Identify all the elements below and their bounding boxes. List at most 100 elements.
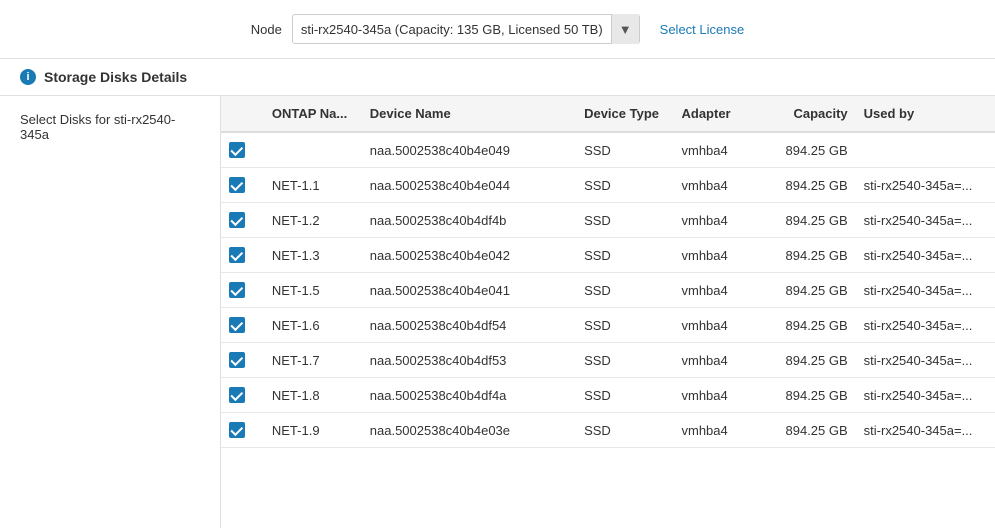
cell-device: naa.5002538c40b4df4a: [362, 378, 576, 413]
cell-adapter: vmhba4: [674, 308, 760, 343]
cell-usedby: sti-rx2540-345a=...: [856, 168, 995, 203]
cell-type: SSD: [576, 413, 673, 448]
cell-checkbox[interactable]: [221, 413, 264, 448]
col-header-usedby: Used by: [856, 96, 995, 132]
section-header: i Storage Disks Details: [0, 59, 995, 96]
table-row: NET-1.9naa.5002538c40b4e03eSSDvmhba4894.…: [221, 413, 995, 448]
table-scroll[interactable]: ONTAP Na... Device Name Device Type Adap…: [221, 96, 995, 528]
cell-type: SSD: [576, 308, 673, 343]
cell-adapter: vmhba4: [674, 378, 760, 413]
cell-device: naa.5002538c40b4e049: [362, 132, 576, 168]
col-header-check: [221, 96, 264, 132]
table-row: NET-1.1naa.5002538c40b4e044SSDvmhba4894.…: [221, 168, 995, 203]
col-header-adapter: Adapter: [674, 96, 760, 132]
cell-checkbox[interactable]: [221, 343, 264, 378]
node-select-text: sti-rx2540-345a (Capacity: 135 GB, Licen…: [293, 22, 611, 37]
cell-capacity: 894.25 GB: [759, 168, 855, 203]
cell-checkbox[interactable]: [221, 132, 264, 168]
cell-ontap: NET-1.9: [264, 413, 362, 448]
checkbox[interactable]: [229, 352, 245, 368]
col-header-ontap: ONTAP Na...: [264, 96, 362, 132]
disks-table: ONTAP Na... Device Name Device Type Adap…: [221, 96, 995, 448]
node-dropdown-chevron[interactable]: ▼: [611, 14, 639, 44]
checkbox[interactable]: [229, 387, 245, 403]
col-header-type: Device Type: [576, 96, 673, 132]
cell-checkbox[interactable]: [221, 238, 264, 273]
cell-device: naa.5002538c40b4e041: [362, 273, 576, 308]
cell-usedby: sti-rx2540-345a=...: [856, 378, 995, 413]
table-row: NET-1.8naa.5002538c40b4df4aSSDvmhba4894.…: [221, 378, 995, 413]
table-row: NET-1.3naa.5002538c40b4e042SSDvmhba4894.…: [221, 238, 995, 273]
cell-capacity: 894.25 GB: [759, 273, 855, 308]
cell-type: SSD: [576, 238, 673, 273]
cell-checkbox[interactable]: [221, 378, 264, 413]
col-header-device: Device Name: [362, 96, 576, 132]
checkbox[interactable]: [229, 317, 245, 333]
cell-device: naa.5002538c40b4df4b: [362, 203, 576, 238]
cell-adapter: vmhba4: [674, 203, 760, 238]
cell-device: naa.5002538c40b4e044: [362, 168, 576, 203]
cell-checkbox[interactable]: [221, 308, 264, 343]
table-header-row: ONTAP Na... Device Name Device Type Adap…: [221, 96, 995, 132]
cell-usedby: sti-rx2540-345a=...: [856, 238, 995, 273]
node-label: Node: [251, 22, 282, 37]
checkbox[interactable]: [229, 247, 245, 263]
cell-capacity: 894.25 GB: [759, 378, 855, 413]
cell-adapter: vmhba4: [674, 413, 760, 448]
cell-ontap: [264, 132, 362, 168]
checkbox[interactable]: [229, 177, 245, 193]
cell-type: SSD: [576, 168, 673, 203]
left-panel: Select Disks for sti-rx2540-345a: [0, 96, 220, 528]
cell-device: naa.5002538c40b4df53: [362, 343, 576, 378]
select-license-link[interactable]: Select License: [660, 22, 745, 37]
section-title: Storage Disks Details: [44, 69, 187, 85]
main-content: Select Disks for sti-rx2540-345a ONTAP N…: [0, 96, 995, 528]
cell-adapter: vmhba4: [674, 273, 760, 308]
table-row: NET-1.6naa.5002538c40b4df54SSDvmhba4894.…: [221, 308, 995, 343]
top-bar: Node sti-rx2540-345a (Capacity: 135 GB, …: [0, 0, 995, 59]
cell-adapter: vmhba4: [674, 343, 760, 378]
cell-usedby: sti-rx2540-345a=...: [856, 343, 995, 378]
table-container: ONTAP Na... Device Name Device Type Adap…: [220, 96, 995, 528]
select-disks-label: Select Disks for sti-rx2540-345a: [20, 112, 175, 142]
cell-device: naa.5002538c40b4e03e: [362, 413, 576, 448]
cell-type: SSD: [576, 132, 673, 168]
checkbox[interactable]: [229, 422, 245, 438]
cell-ontap: NET-1.6: [264, 308, 362, 343]
checkbox[interactable]: [229, 212, 245, 228]
cell-adapter: vmhba4: [674, 238, 760, 273]
cell-device: naa.5002538c40b4df54: [362, 308, 576, 343]
table-row: NET-1.2naa.5002538c40b4df4bSSDvmhba4894.…: [221, 203, 995, 238]
cell-checkbox[interactable]: [221, 273, 264, 308]
cell-usedby: sti-rx2540-345a=...: [856, 308, 995, 343]
info-icon: i: [20, 69, 36, 85]
cell-type: SSD: [576, 203, 673, 238]
checkbox[interactable]: [229, 142, 245, 158]
cell-ontap: NET-1.2: [264, 203, 362, 238]
cell-capacity: 894.25 GB: [759, 203, 855, 238]
cell-usedby: sti-rx2540-345a=...: [856, 203, 995, 238]
cell-capacity: 894.25 GB: [759, 308, 855, 343]
cell-ontap: NET-1.8: [264, 378, 362, 413]
cell-device: naa.5002538c40b4e042: [362, 238, 576, 273]
cell-checkbox[interactable]: [221, 168, 264, 203]
col-header-capacity: Capacity: [759, 96, 855, 132]
cell-type: SSD: [576, 343, 673, 378]
cell-capacity: 894.25 GB: [759, 343, 855, 378]
cell-ontap: NET-1.1: [264, 168, 362, 203]
cell-usedby: sti-rx2540-345a=...: [856, 413, 995, 448]
cell-checkbox[interactable]: [221, 203, 264, 238]
table-row: NET-1.7naa.5002538c40b4df53SSDvmhba4894.…: [221, 343, 995, 378]
node-select-wrapper[interactable]: sti-rx2540-345a (Capacity: 135 GB, Licen…: [292, 14, 640, 44]
cell-ontap: NET-1.3: [264, 238, 362, 273]
cell-capacity: 894.25 GB: [759, 132, 855, 168]
cell-usedby: sti-rx2540-345a=...: [856, 273, 995, 308]
cell-adapter: vmhba4: [674, 132, 760, 168]
checkbox[interactable]: [229, 282, 245, 298]
cell-ontap: NET-1.7: [264, 343, 362, 378]
cell-type: SSD: [576, 273, 673, 308]
cell-capacity: 894.25 GB: [759, 238, 855, 273]
table-row: NET-1.5naa.5002538c40b4e041SSDvmhba4894.…: [221, 273, 995, 308]
cell-capacity: 894.25 GB: [759, 413, 855, 448]
cell-type: SSD: [576, 378, 673, 413]
